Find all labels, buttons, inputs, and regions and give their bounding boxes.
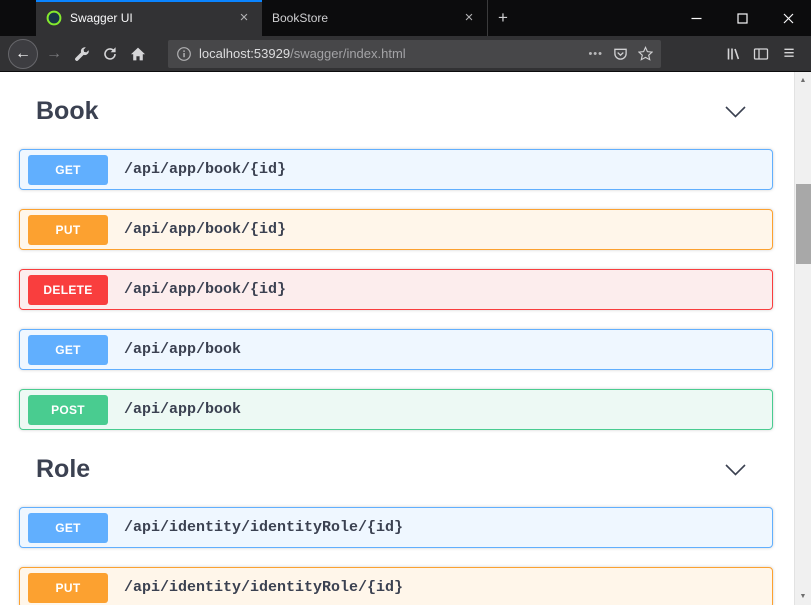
back-arrow-icon: ← [15, 45, 31, 63]
http-method-badge: PUT [28, 573, 108, 603]
browser-titlebar: Swagger UI × BookStore × + [0, 0, 811, 36]
endpoint-path: /api/identity/identityRole/{id} [124, 579, 403, 596]
endpoint-row[interactable]: PUT /api/identity/identityRole/{id} [19, 567, 773, 605]
endpoint-row[interactable]: PUT /api/app/book/{id} [19, 209, 773, 250]
forward-arrow-icon: → [46, 45, 62, 63]
hamburger-menu-icon: ≡ [783, 43, 794, 65]
http-method-badge: PUT [28, 215, 108, 245]
window-minimize-button[interactable] [673, 0, 719, 36]
library-button[interactable] [719, 40, 747, 68]
refresh-icon [102, 46, 118, 62]
pocket-icon [613, 46, 628, 61]
endpoint-row[interactable]: DELETE /api/app/book/{id} [19, 269, 773, 310]
refresh-button[interactable] [96, 40, 124, 68]
chevron-down-icon[interactable] [725, 464, 746, 476]
endpoint-row[interactable]: POST /api/app/book [19, 389, 773, 430]
library-icon [725, 46, 741, 62]
http-method-badge: GET [28, 513, 108, 543]
new-tab-button[interactable]: + [488, 0, 518, 36]
tab-swagger-ui[interactable]: Swagger UI × [36, 0, 262, 36]
titlebar-drag-space [0, 0, 36, 36]
tab-close-icon[interactable]: × [234, 8, 254, 28]
tab-title: BookStore [272, 11, 459, 25]
bookmark-star-button[interactable] [638, 46, 653, 61]
scroll-up-arrow-icon[interactable]: ▲ [795, 72, 811, 89]
tab-bookstore[interactable]: BookStore × [262, 0, 488, 36]
sidebar-icon [753, 46, 769, 62]
tab-title: Swagger UI [70, 11, 234, 25]
http-method-badge: GET [28, 155, 108, 185]
endpoint-path: /api/app/book/{id} [124, 221, 286, 238]
chevron-down-icon[interactable] [725, 106, 746, 118]
endpoint-path: /api/app/book [124, 401, 241, 418]
section-title: Book [36, 97, 99, 126]
swagger-logo-icon [46, 10, 62, 26]
wrench-button[interactable] [68, 40, 96, 68]
back-button[interactable]: ← [8, 39, 38, 69]
url-path: /swagger/index.html [290, 46, 406, 61]
pocket-button[interactable] [613, 46, 628, 61]
url-host: localhost:53929 [199, 46, 290, 61]
menu-button[interactable]: ≡ [775, 40, 803, 68]
endpoint-path: /api/app/book/{id} [124, 281, 286, 298]
vertical-scrollbar[interactable]: ▲ ▼ [794, 72, 811, 605]
endpoint-row[interactable]: GET /api/app/book/{id} [19, 149, 773, 190]
http-method-badge: GET [28, 335, 108, 365]
url-text[interactable]: localhost:53929/swagger/index.html [199, 46, 578, 61]
page-actions-button[interactable]: ••• [588, 48, 603, 60]
endpoint-row[interactable]: GET /api/identity/identityRole/{id} [19, 507, 773, 548]
scrollbar-thumb[interactable] [796, 184, 811, 264]
window-close-button[interactable] [765, 0, 811, 36]
swagger-page: Book GET /api/app/book/{id} PUT /api/app… [0, 72, 794, 605]
endpoint-row[interactable]: GET /api/app/book [19, 329, 773, 370]
tab-close-icon[interactable]: × [459, 8, 479, 28]
section-title: Role [36, 455, 90, 484]
tag-section-role[interactable]: Role [36, 455, 746, 484]
forward-button[interactable]: → [40, 40, 68, 68]
window-maximize-button[interactable] [719, 0, 765, 36]
titlebar-spacer [518, 0, 673, 36]
http-method-badge: DELETE [28, 275, 108, 305]
wrench-icon [74, 46, 90, 62]
info-icon[interactable] [176, 46, 192, 62]
tag-section-book[interactable]: Book [36, 97, 746, 126]
home-button[interactable] [124, 40, 152, 68]
endpoint-path: /api/identity/identityRole/{id} [124, 519, 403, 536]
browser-navbar: ← → localhost:53929/swagger/index.html •… [0, 36, 811, 72]
url-bar[interactable]: localhost:53929/swagger/index.html ••• [168, 40, 661, 68]
sidebar-toggle-button[interactable] [747, 40, 775, 68]
endpoint-path: /api/app/book [124, 341, 241, 358]
endpoint-path: /api/app/book/{id} [124, 161, 286, 178]
home-icon [130, 46, 146, 62]
http-method-badge: POST [28, 395, 108, 425]
scroll-down-arrow-icon[interactable]: ▼ [795, 588, 811, 605]
star-icon [638, 46, 653, 61]
